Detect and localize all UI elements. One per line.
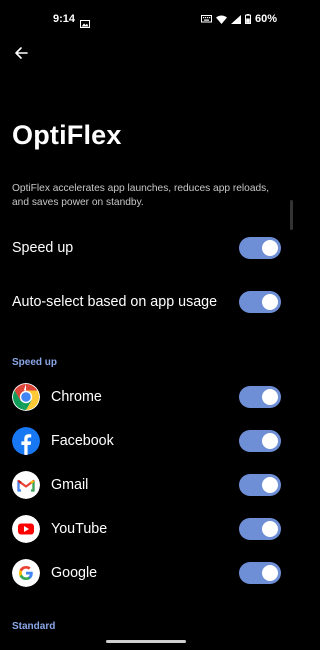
app-row-youtube[interactable]: YouTube (0, 507, 293, 551)
edge-panel-handle[interactable] (290, 200, 293, 230)
app-row-chrome[interactable]: Chrome (0, 375, 293, 419)
app-label-chrome: Chrome (51, 389, 102, 405)
facebook-icon (12, 427, 40, 455)
toggle-knob (262, 565, 278, 581)
auto-select-toggle[interactable] (239, 291, 281, 313)
page-title: OptiFlex (12, 120, 122, 150)
image-notification-icon (80, 15, 90, 33)
signal-icon (230, 14, 241, 24)
status-bar: 9:14 60% (0, 0, 293, 40)
toggle-knob (262, 477, 278, 493)
status-right: 60% (200, 13, 277, 25)
app-row-facebook[interactable]: Facebook (0, 419, 293, 463)
gmail-icon (12, 471, 40, 499)
toggle-knob (262, 433, 278, 449)
battery-percent: 60% (254, 13, 277, 25)
google-icon (12, 559, 40, 587)
gesture-nav-handle[interactable] (106, 640, 186, 643)
app-label-youtube: YouTube (51, 521, 108, 537)
chrome-toggle[interactable] (239, 386, 281, 408)
speed-up-label: Speed up (12, 240, 74, 256)
toggle-knob (262, 240, 278, 256)
google-toggle[interactable] (239, 562, 281, 584)
app-label-gmail: Gmail (51, 477, 89, 493)
youtube-icon (12, 515, 40, 543)
youtube-toggle[interactable] (239, 518, 281, 540)
keyboard-icon (200, 14, 212, 24)
wifi-icon (215, 15, 227, 24)
arrow-left-icon (15, 47, 28, 59)
auto-select-label: Auto-select based on app usage (12, 294, 218, 310)
battery-icon (244, 14, 251, 24)
app-label-google: Google (51, 565, 98, 581)
chrome-icon (12, 383, 40, 411)
toggle-knob (262, 521, 278, 537)
app-row-gmail[interactable]: Gmail (0, 463, 293, 507)
speed-up-row[interactable]: Speed up (0, 226, 293, 270)
app-label-facebook: Facebook (51, 433, 114, 449)
app-row-google[interactable]: Google (0, 551, 293, 595)
status-time: 9:14 (53, 13, 76, 25)
back-button[interactable] (10, 42, 32, 64)
auto-select-row[interactable]: Auto-select based on app usage (0, 280, 293, 324)
toggle-knob (262, 294, 278, 310)
gmail-toggle[interactable] (239, 474, 281, 496)
toggle-knob (262, 389, 278, 405)
facebook-toggle[interactable] (239, 430, 281, 452)
section-header-standard: Standard (12, 621, 56, 632)
section-header-speed-up: Speed up (12, 357, 58, 368)
page-description: OptiFlex accelerates app launches, reduc… (12, 183, 270, 208)
speed-up-toggle[interactable] (239, 237, 281, 259)
